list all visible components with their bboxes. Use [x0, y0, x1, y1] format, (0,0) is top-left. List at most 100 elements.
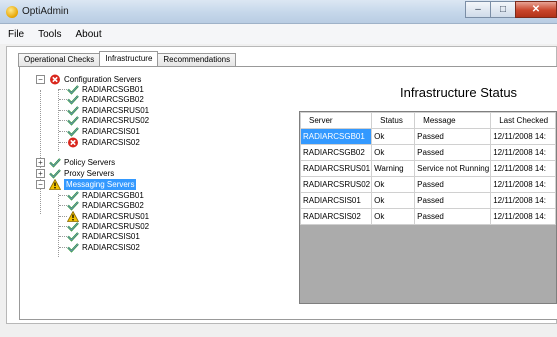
table-cell[interactable]: Passed — [414, 192, 492, 209]
table-cell[interactable]: Passed — [414, 176, 492, 193]
check-icon — [67, 231, 79, 242]
error-icon — [67, 137, 79, 148]
table-cell[interactable]: Service not Running — [414, 160, 492, 177]
tree-group-label: Policy Servers — [64, 158, 116, 167]
tree-connector — [59, 142, 67, 143]
window-title: OptiAdmin — [22, 6, 69, 17]
column-header[interactable]: Message — [414, 112, 492, 129]
tree-item[interactable]: RADIARCSIS02 — [67, 242, 140, 253]
menu-file[interactable]: File — [8, 29, 24, 40]
table-cell[interactable]: 12/11/2008 14: — [490, 176, 556, 193]
minimize-button[interactable]: – — [465, 1, 491, 18]
tree-group-policy[interactable]: Policy Servers — [49, 157, 115, 168]
table-row[interactable]: RADIARCSIS01 Ok Passed 12/11/2008 14: — [300, 192, 556, 209]
tree-item-label: RADIARCSIS02 — [82, 138, 140, 147]
table-row[interactable]: RADIARCSGB01 Ok Passed 12/11/2008 14: — [300, 128, 556, 145]
table-row[interactable]: RADIARCSIS02 Ok Passed 12/11/2008 14: — [300, 208, 556, 225]
tree-connector — [59, 131, 67, 132]
table-cell[interactable]: RADIARCSRUS02 — [300, 176, 373, 193]
tab-strip: Operational Checks Infrastructure Recomm… — [18, 51, 237, 67]
menu-about[interactable]: About — [75, 29, 101, 40]
table-cell[interactable]: 12/11/2008 14: — [490, 192, 556, 209]
column-header[interactable]: Last Checked — [490, 112, 556, 129]
column-header[interactable]: Status — [371, 112, 416, 129]
tree-connector — [59, 99, 67, 100]
maximize-icon: □ — [499, 4, 507, 15]
tree-group-messaging[interactable]: Messaging Servers — [49, 179, 137, 190]
check-icon — [67, 94, 79, 105]
tree-item-label: RADIARCSIS01 — [82, 232, 140, 241]
tree-group-label: Messaging Servers — [64, 179, 137, 190]
table-cell[interactable]: 12/11/2008 14: — [490, 160, 556, 177]
tree-connector — [59, 195, 67, 196]
tab-recommendations[interactable]: Recommendations — [157, 53, 237, 67]
tree-item[interactable]: RADIARCSIS02 — [67, 137, 140, 148]
table-cell[interactable]: Ok — [371, 192, 416, 209]
check-icon — [49, 157, 61, 168]
tree-connector — [59, 247, 67, 248]
collapse-toggle[interactable]: − — [36, 75, 45, 84]
tree-item-label: RADIARCSRUS02 — [82, 116, 150, 125]
table-cell[interactable]: 12/11/2008 14: — [490, 208, 556, 225]
tree-item[interactable]: RADIARCSGB02 — [67, 200, 144, 211]
table-cell[interactable]: 12/11/2008 14: — [490, 144, 556, 161]
server-tree[interactable]: − Configuration Servers RADIARCSGB01 RAD… — [31, 70, 261, 320]
tab-infrastructure[interactable]: Infrastructure — [99, 51, 159, 66]
tree-connector — [40, 90, 41, 214]
title-bar[interactable]: OptiAdmin – □ ✕ — [0, 0, 557, 24]
table-cell[interactable]: Passed — [414, 208, 492, 225]
table-cell[interactable]: RADIARCSIS02 — [300, 208, 373, 225]
tree-item[interactable]: RADIARCSIS01 — [67, 126, 140, 137]
table-header-row: Server Status Message Last Checked — [300, 112, 556, 129]
tree-item[interactable]: RADIARCSGB02 — [67, 94, 144, 105]
expand-toggle[interactable]: + — [36, 169, 45, 178]
window-controls: – □ ✕ — [465, 1, 557, 19]
warning-icon — [49, 179, 61, 190]
table-cell[interactable]: RADIARCSIS01 — [300, 192, 373, 209]
close-button[interactable]: ✕ — [515, 1, 557, 18]
tree-item-label: RADIARCSIS01 — [82, 127, 140, 136]
tree-connector — [59, 205, 67, 206]
table-cell[interactable]: Ok — [371, 176, 416, 193]
app-icon — [6, 6, 18, 18]
table-cell[interactable]: Ok — [371, 128, 416, 145]
check-icon — [67, 126, 79, 137]
tree-connector — [59, 89, 67, 90]
table-cell[interactable]: Passed — [414, 144, 492, 161]
tree-group-proxy[interactable]: Proxy Servers — [49, 168, 114, 179]
table-cell[interactable]: RADIARCSRUS01 — [300, 160, 373, 177]
table-cell[interactable]: Ok — [371, 144, 416, 161]
tree-item[interactable]: RADIARCSIS01 — [67, 231, 140, 242]
tab-operational-checks[interactable]: Operational Checks — [18, 53, 101, 67]
tree-connector — [59, 110, 67, 111]
table-row[interactable]: RADIARCSRUS02 Ok Passed 12/11/2008 14: — [300, 176, 556, 193]
expand-toggle[interactable]: + — [36, 158, 45, 167]
table-cell[interactable]: RADIARCSGB01 — [300, 128, 373, 145]
error-icon — [49, 74, 61, 85]
table-cell[interactable]: Warning — [371, 160, 416, 177]
column-header[interactable]: Server — [300, 112, 373, 129]
collapse-toggle[interactable]: − — [36, 180, 45, 189]
tree-connector — [59, 226, 67, 227]
table-row[interactable]: RADIARCSRUS01 Warning Service not Runnin… — [300, 160, 556, 177]
tree-item-label: RADIARCSIS02 — [82, 243, 140, 252]
tree-group-label: Proxy Servers — [64, 169, 115, 178]
tree-connector — [59, 120, 67, 121]
table-cell[interactable]: RADIARCSGB02 — [300, 144, 373, 161]
menu-bar: File Tools About — [0, 24, 557, 44]
table-cell[interactable]: Ok — [371, 208, 416, 225]
check-icon — [67, 242, 79, 253]
status-strip — [0, 326, 557, 337]
maximize-button[interactable]: □ — [490, 1, 516, 18]
tree-item[interactable]: RADIARCSRUS02 — [67, 115, 149, 126]
close-icon: ✕ — [531, 4, 541, 15]
table-row[interactable]: RADIARCSGB02 Ok Passed 12/11/2008 14: — [300, 144, 556, 161]
table-cell[interactable]: 12/11/2008 14: — [490, 128, 556, 145]
status-table: Server Status Message Last Checked RADIA… — [300, 112, 556, 225]
table-cell[interactable]: Passed — [414, 128, 492, 145]
status-grid[interactable]: Server Status Message Last Checked RADIA… — [299, 111, 557, 304]
tree-connector — [59, 236, 67, 237]
menu-tools[interactable]: Tools — [38, 29, 61, 40]
check-icon — [67, 200, 79, 211]
status-title: Infrastructure Status — [400, 85, 518, 100]
